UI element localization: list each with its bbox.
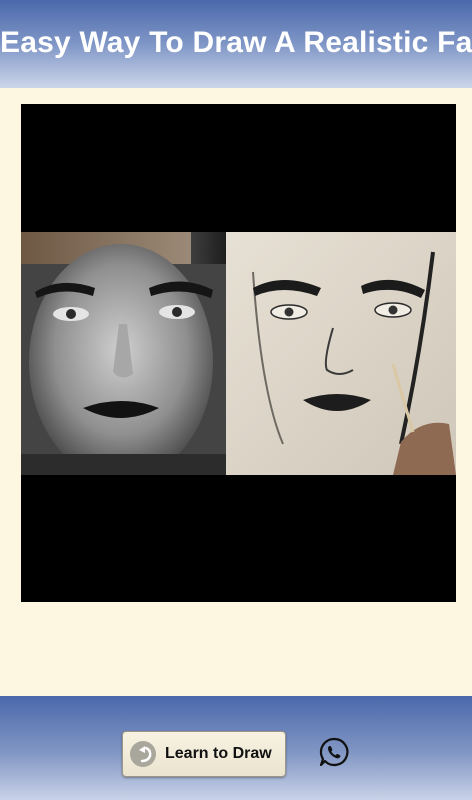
drawing-image xyxy=(21,104,456,602)
page-title: Easy Way To Draw A Realistic Face xyxy=(0,26,472,59)
back-arrow-icon xyxy=(130,741,156,767)
bottom-bar: Learn to Draw xyxy=(0,696,472,800)
learn-to-draw-label: Learn to Draw xyxy=(165,745,272,762)
main-content xyxy=(0,88,472,696)
title-bar: Easy Way To Draw A Realistic Face xyxy=(0,0,472,88)
learn-to-draw-button[interactable]: Learn to Draw xyxy=(122,731,286,777)
app-screen: Easy Way To Draw A Realistic Face Learn … xyxy=(0,0,472,800)
whatsapp-icon[interactable] xyxy=(318,736,350,768)
drawing-comparison-image xyxy=(21,232,456,475)
